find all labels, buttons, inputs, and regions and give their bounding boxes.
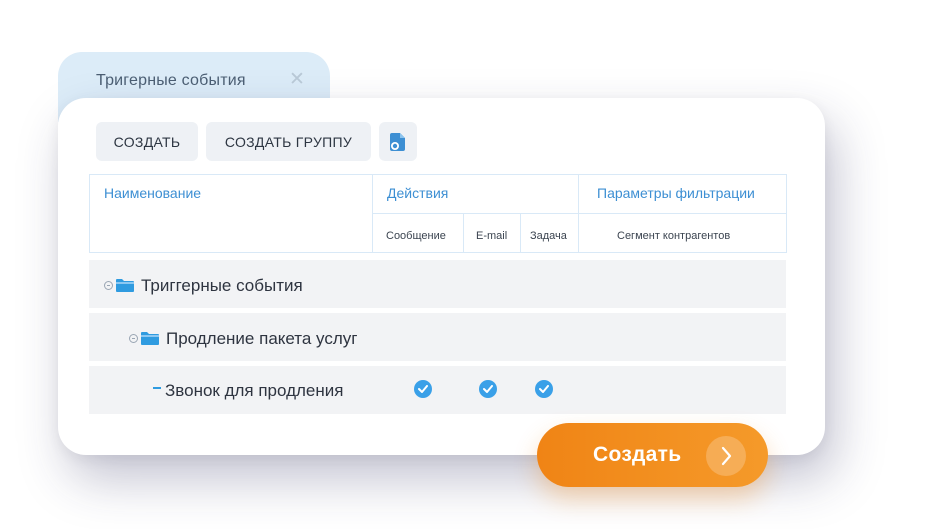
check-icon-message[interactable] — [414, 380, 432, 398]
divider — [89, 174, 786, 175]
document-settings-icon — [390, 132, 405, 151]
divider — [372, 213, 786, 214]
column-header-filter[interactable]: Параметры фильтрации — [597, 185, 755, 201]
row-label: Продление пакета услуг — [166, 329, 358, 348]
create-group-button[interactable]: СОЗДАТЬ ГРУППУ — [206, 122, 371, 161]
divider — [372, 174, 373, 253]
check-icon-email[interactable] — [479, 380, 497, 398]
folder-icon — [141, 332, 159, 345]
subheader-email[interactable]: E-mail — [476, 230, 507, 242]
collapse-icon[interactable] — [104, 281, 113, 290]
divider — [520, 213, 521, 253]
subheader-segment[interactable]: Сегмент контрагентов — [617, 230, 730, 242]
close-icon[interactable]: ✕ — [289, 70, 305, 90]
checkmark-icon — [418, 385, 428, 393]
create-button[interactable]: СОЗДАТЬ — [96, 122, 198, 161]
column-header-actions[interactable]: Действия — [387, 185, 448, 201]
checkmark-icon — [483, 385, 493, 393]
check-icon-task[interactable] — [535, 380, 553, 398]
divider — [578, 174, 579, 253]
collapse-icon[interactable] — [129, 334, 138, 343]
leaf-icon — [153, 387, 161, 389]
divider — [89, 174, 90, 253]
create-cta-label: Создать — [593, 443, 682, 466]
row-label: Триггерные события — [141, 276, 303, 295]
tab-title: Тригерные события — [96, 72, 246, 89]
divider — [89, 252, 786, 253]
divider — [463, 213, 464, 253]
folder-icon — [116, 279, 134, 292]
document-settings-button[interactable] — [379, 122, 417, 161]
chevron-right-icon — [706, 436, 746, 476]
divider — [786, 174, 787, 253]
checkmark-icon — [539, 385, 549, 393]
subheader-message[interactable]: Сообщение — [386, 230, 446, 242]
subheader-task[interactable]: Задача — [530, 230, 567, 242]
column-header-name[interactable]: Наименование — [104, 185, 201, 201]
row-label: Звонок для продления — [165, 381, 344, 400]
